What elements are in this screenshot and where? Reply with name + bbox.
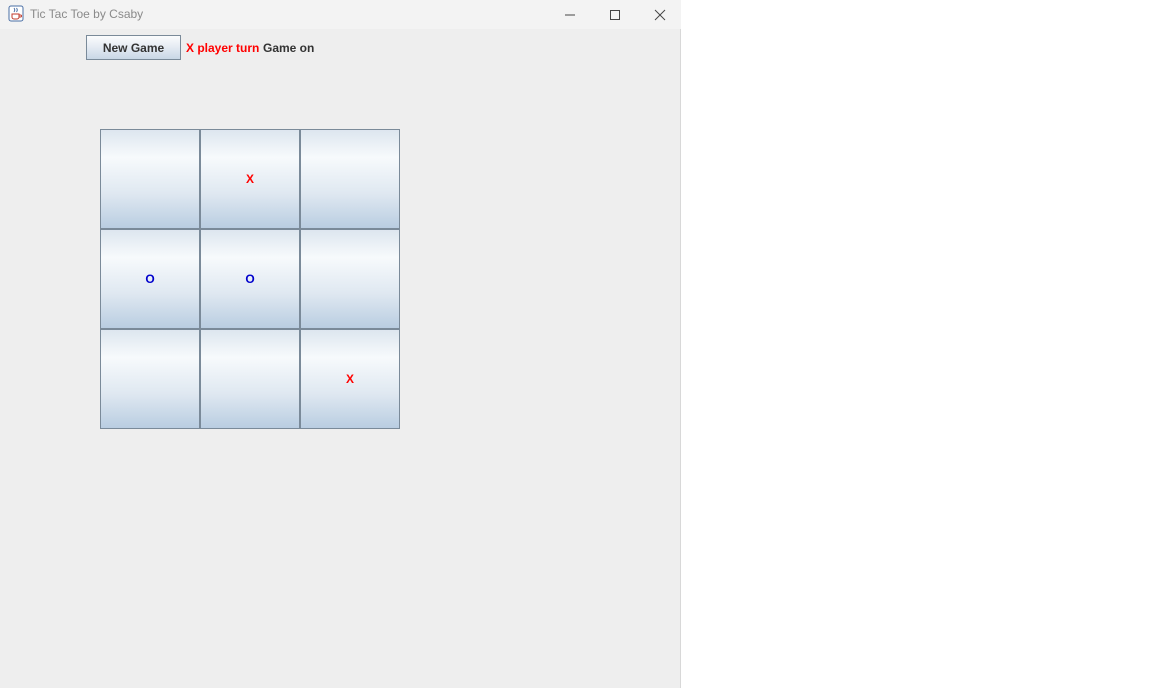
board-cell-1[interactable] [100, 129, 200, 229]
board-cell-2[interactable]: X [200, 129, 300, 229]
board-cell-6[interactable] [300, 229, 400, 329]
board-cell-4[interactable]: O [100, 229, 200, 329]
close-icon [654, 9, 666, 20]
app-window: Tic Tac Toe by Csaby New Game X player t… [0, 0, 681, 688]
close-button[interactable] [637, 0, 683, 29]
minimize-button[interactable] [547, 0, 593, 29]
minimize-icon [565, 14, 575, 15]
board-cell-3[interactable] [300, 129, 400, 229]
title-bar[interactable]: Tic Tac Toe by Csaby [0, 0, 681, 29]
board-cell-9[interactable]: X [300, 329, 400, 429]
board-cell-7[interactable] [100, 329, 200, 429]
game-board: X O O X [100, 129, 400, 429]
new-game-button[interactable]: New Game [86, 35, 181, 60]
board-cell-5[interactable]: O [200, 229, 300, 329]
board-cell-8[interactable] [200, 329, 300, 429]
maximize-button[interactable] [592, 0, 638, 29]
maximize-icon [610, 9, 620, 20]
java-cup-icon [8, 5, 24, 22]
turn-indicator: X player turn [186, 41, 260, 55]
window-title: Tic Tac Toe by Csaby [30, 7, 144, 21]
game-status: Game on [263, 41, 315, 55]
